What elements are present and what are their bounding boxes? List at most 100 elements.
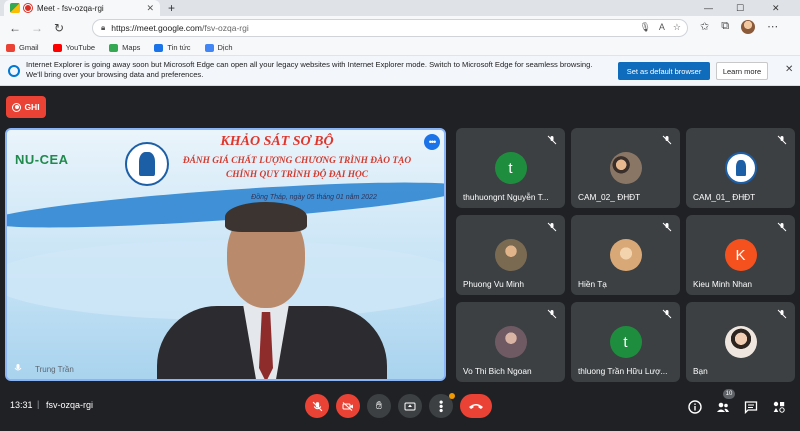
participant-name: Bạn — [693, 366, 708, 376]
read-aloud-icon[interactable]: A — [659, 22, 665, 33]
favorites-icon[interactable]: ✩ — [700, 20, 709, 34]
tab-title: Meet - fsv-ozqa-rgi — [37, 3, 104, 13]
mic-toggle-button[interactable] — [305, 394, 329, 418]
news-icon — [154, 43, 164, 52]
time-separator: | — [37, 399, 40, 409]
browser-tab-strip: Meet - fsv-ozqa-rgi ✕ + — ☐ ✕ — [0, 0, 800, 16]
mic-off-icon — [312, 401, 322, 411]
tab-close-icon[interactable]: ✕ — [146, 3, 154, 14]
notification-dot — [449, 393, 455, 399]
speaker-name: Trung Trần — [35, 365, 74, 374]
meet-control-bar: 13:31 | fsv-ozqa-rgi ✋︎ ••• 10 — [0, 386, 800, 431]
learn-more-button[interactable]: Learn more — [716, 62, 768, 80]
new-tab-button[interactable]: + — [168, 1, 175, 15]
more-menu-icon[interactable]: ⋯ — [767, 20, 778, 34]
microphone-icon[interactable]: 🎙︎ — [639, 22, 650, 33]
participant-tile[interactable]: Bạn — [686, 302, 795, 382]
activities-icon[interactable] — [772, 400, 786, 414]
participant-avatar: t — [609, 326, 642, 358]
participant-name: Phuong Vu Minh — [463, 279, 525, 289]
leave-call-button[interactable] — [460, 394, 492, 418]
back-arrow-icon[interactable]: ← — [4, 21, 26, 35]
address-bar[interactable]: 🔒︎ https://meet.google.com/fsv-ozqa-rgi … — [92, 19, 688, 37]
hang-up-icon — [469, 404, 483, 409]
participant-avatar — [494, 326, 527, 358]
mic-off-icon — [547, 135, 557, 145]
window-minimize-button[interactable]: — — [704, 0, 713, 16]
forward-arrow-icon[interactable]: → — [26, 21, 48, 35]
participant-avatar — [724, 152, 757, 184]
bookmark-translate[interactable]: Dịch — [204, 43, 233, 52]
raise-hand-button[interactable]: ✋︎ — [367, 394, 391, 418]
participant-name: Vo Thi Bich Ngoan — [463, 366, 532, 376]
mic-off-icon — [662, 135, 672, 145]
participant-name: CAM_01_ ĐHĐT — [693, 192, 756, 202]
main-speaker-tile[interactable]: NU-CEA KHẢO SÁT SƠ BỘ ĐÁNH GIÁ CHẤT LƯỢN… — [5, 128, 446, 381]
set-default-browser-button[interactable]: Set as default browser — [618, 62, 710, 80]
participant-avatar — [609, 239, 642, 271]
profile-avatar[interactable] — [741, 20, 756, 34]
participant-name: CAM_02_ ĐHĐT — [578, 192, 641, 202]
participant-tile[interactable]: Vo Thi Bich Ngoan — [456, 302, 565, 382]
speaker-mic-icon — [14, 364, 22, 371]
university-seal-icon — [735, 160, 746, 176]
chat-icon[interactable] — [744, 400, 758, 414]
collections-icon[interactable]: ⧉ — [721, 20, 729, 34]
maps-icon — [109, 43, 119, 52]
participant-tile[interactable]: CAM_01_ ĐHĐT — [686, 128, 795, 208]
favorite-star-icon[interactable]: ☆ — [673, 22, 681, 33]
mic-off-icon — [662, 222, 672, 232]
slide-title: KHẢO SÁT SƠ BỘ — [220, 134, 334, 149]
meet-favicon-icon — [10, 3, 20, 13]
meeting-details-icon[interactable] — [688, 400, 702, 414]
participant-name: thluong Trần Hữu Lượ... — [578, 366, 668, 376]
participant-tile[interactable]: t thuhuongnt Nguyễn T... — [456, 128, 565, 208]
tile-more-options-icon[interactable]: ••• — [424, 134, 440, 150]
bookmark-youtube[interactable]: YouTube — [52, 43, 95, 52]
participant-tile[interactable]: K Kieu Minh Nhan — [686, 215, 795, 295]
browser-tab-meet[interactable]: Meet - fsv-ozqa-rgi ✕ — [4, 0, 160, 16]
camera-toggle-button[interactable] — [336, 394, 360, 418]
camera-off-icon — [342, 401, 353, 411]
participant-tile[interactable]: t thluong Trần Hữu Lượ... — [571, 302, 680, 382]
recording-badge[interactable]: GHI — [6, 96, 46, 118]
meeting-clock: 13:31 — [10, 400, 33, 410]
participant-tile[interactable]: Phuong Vu Minh — [456, 215, 565, 295]
window-close-button[interactable]: ✕ — [772, 0, 780, 16]
slide-subtitle-line2: CHÍNH QUY TRÌNH ĐỘ ĐẠI HỌC — [225, 170, 369, 180]
gmail-icon — [6, 43, 15, 52]
bookmark-news[interactable]: Tin tức — [154, 43, 191, 52]
bookmark-gmail[interactable]: Gmail — [6, 43, 39, 52]
participant-avatar — [494, 239, 527, 271]
participant-name: Kieu Minh Nhan — [693, 279, 753, 289]
people-icon[interactable] — [716, 400, 730, 414]
translate-icon — [204, 43, 214, 52]
participant-avatar — [724, 326, 757, 358]
present-now-button[interactable] — [398, 394, 422, 418]
browser-toolbar: ← → ↻ 🔒︎ https://meet.google.com/fsv-ozq… — [0, 16, 800, 40]
record-icon — [12, 102, 22, 112]
lock-icon: 🔒︎ — [101, 23, 106, 32]
present-screen-icon — [404, 402, 416, 410]
participant-avatar: t — [494, 152, 527, 184]
window-maximize-button[interactable]: ☐ — [736, 0, 744, 16]
recording-indicator-icon — [24, 4, 32, 12]
vertical-dots-icon: ••• — [434, 399, 448, 413]
participant-avatar — [609, 152, 642, 184]
participant-tile[interactable]: Hiền Tạ — [571, 215, 680, 295]
info-bar-close-icon[interactable]: ✕ — [785, 64, 793, 75]
participant-name: Hiền Tạ — [578, 279, 607, 289]
mic-off-icon — [777, 135, 787, 145]
nucea-logo: NU-CEA — [15, 152, 69, 167]
mic-off-icon — [777, 309, 787, 319]
mic-off-icon — [547, 222, 557, 232]
hand-icon: ✋︎ — [375, 399, 383, 412]
slide-subtitle-line1: ĐÁNH GIÁ CHẤT LƯỢNG CHƯƠNG TRÌNH ĐÀO TẠO — [182, 156, 412, 166]
edge-info-bar: Internet Explorer is going away soon but… — [0, 56, 800, 86]
bookmark-maps[interactable]: Maps — [109, 43, 140, 52]
participant-tile[interactable]: CAM_02_ ĐHĐT — [571, 128, 680, 208]
record-label: GHI — [24, 102, 40, 112]
reload-icon[interactable]: ↻ — [48, 21, 70, 35]
meet-area: GHI NU-CEA KHẢO SÁT SƠ BỘ ĐÁNH GIÁ CHẤT … — [0, 86, 800, 431]
bookmarks-bar: Gmail YouTube Maps Tin tức Dịch — [0, 40, 800, 56]
